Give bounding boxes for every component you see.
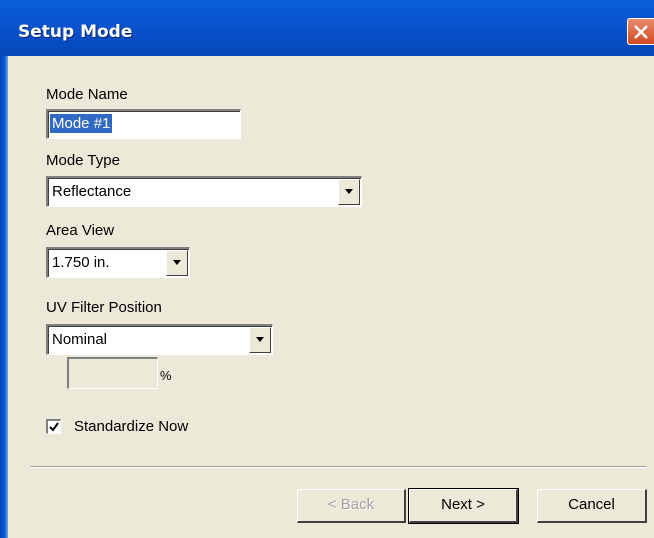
back-button[interactable]: < Back <box>297 489 406 523</box>
mode-name-value: Mode #1 <box>50 114 113 133</box>
standardize-label: Standardize Now <box>74 418 189 435</box>
uv-filter-dropdown-arrow-icon[interactable] <box>249 327 271 353</box>
mode-name-input[interactable]: Mode #1 <box>46 109 241 139</box>
percent-sign: % <box>160 368 172 383</box>
checkmark-icon <box>49 422 59 432</box>
title-bar: Setup Mode <box>0 0 654 59</box>
close-icon <box>634 25 648 39</box>
next-button[interactable]: Next > <box>408 488 519 524</box>
uv-filter-value: Nominal <box>52 331 108 348</box>
mode-name-label: Mode Name <box>46 86 128 103</box>
mode-type-value: Reflectance <box>52 183 132 200</box>
uv-percent-input <box>67 357 158 389</box>
window-title: Setup Mode <box>18 22 133 42</box>
close-button[interactable] <box>627 18 654 45</box>
area-view-value: 1.750 in. <box>52 254 110 271</box>
mode-type-select[interactable]: Reflectance <box>46 176 362 207</box>
mode-type-dropdown-arrow-icon[interactable] <box>338 179 360 205</box>
separator <box>30 466 647 468</box>
uv-filter-select[interactable]: Nominal <box>46 324 273 355</box>
mode-type-label: Mode Type <box>46 152 120 169</box>
cancel-button[interactable]: Cancel <box>537 489 647 523</box>
uv-filter-label: UV Filter Position <box>46 299 162 316</box>
area-view-dropdown-arrow-icon[interactable] <box>166 250 188 276</box>
area-view-label: Area View <box>46 222 115 239</box>
area-view-select[interactable]: 1.750 in. <box>46 247 190 278</box>
window-frame-left <box>0 56 8 538</box>
standardize-checkbox[interactable] <box>46 419 61 434</box>
